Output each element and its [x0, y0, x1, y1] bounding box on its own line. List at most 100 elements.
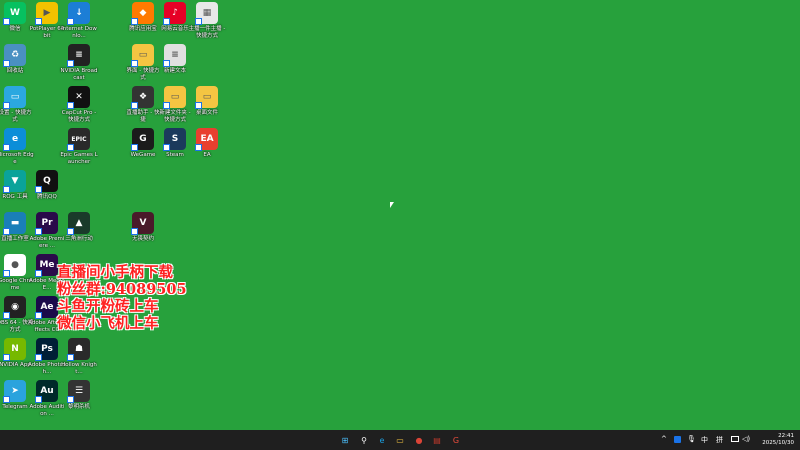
- clock-time: 22:41: [778, 433, 794, 439]
- overlay-line-3: 斗鱼开粉砖上车: [57, 298, 159, 315]
- desktop-icon-wegame[interactable]: G WeGame: [126, 128, 160, 159]
- shortcut-arrow-icon: [163, 18, 170, 25]
- volume-icon[interactable]: ◁): [742, 435, 750, 443]
- shortcut-arrow-icon: [67, 60, 74, 67]
- folder-1-icon: ▭: [131, 44, 154, 67]
- taskbar-app-red-icon[interactable]: ▤: [430, 433, 444, 447]
- nvidia-app-icon: N: [3, 338, 26, 361]
- microphone-icon[interactable]: 🎙: [687, 435, 696, 443]
- taskbar-chrome-icon[interactable]: ●: [412, 433, 426, 447]
- text-file-icon: ≡: [163, 44, 186, 67]
- shortcut-arrow-icon: [3, 102, 10, 109]
- desktop-icon-game-1[interactable]: ▲ 三角洲行动: [62, 212, 96, 243]
- desktop-icon-ea[interactable]: EA EA: [190, 128, 224, 159]
- media-encoder-icon: Me: [35, 254, 58, 277]
- desktop-icon-hollow-knight[interactable]: ☗ Hollow Knight...: [61, 338, 97, 375]
- desktop-icon-steam[interactable]: S Steam: [158, 128, 192, 159]
- control-panel-icon: ▭: [3, 86, 26, 109]
- overlay-line-4: 微信小飞机上车: [57, 315, 159, 332]
- desktop-icon-qq[interactable]: Q 腾讯QQ: [30, 170, 64, 201]
- desktop-icon-label: 回收站: [6, 68, 24, 74]
- shortcut-arrow-icon: [163, 102, 170, 109]
- desktop-icon-label: 新建文本: [163, 68, 186, 74]
- desktop-icon-label: Epic Games Launcher: [60, 152, 98, 165]
- taskbar-search-icon[interactable]: ⚲: [357, 433, 371, 447]
- obs-plugin-icon: ❖: [131, 86, 154, 109]
- desktop-icon-folder-3[interactable]: ▭ 桌面文件: [190, 86, 224, 117]
- tray-overflow-chevron[interactable]: ^: [661, 435, 667, 443]
- desktop-icon-sheet-file[interactable]: ▦ 主播一件主播 - 快捷方式: [188, 2, 226, 39]
- desktop-icon-capcut[interactable]: ✕ CapCut Pro - 快捷方式: [62, 86, 96, 123]
- shortcut-arrow-icon: [67, 18, 74, 25]
- desktop-icon-audition[interactable]: Au Adobe Audition ...: [29, 380, 65, 417]
- desktop-icon-label: 无畏契约: [131, 236, 154, 242]
- desktop-icon-tencent-video[interactable]: ◆ 腾讯应用宝: [126, 2, 160, 33]
- ime-kind-indicator[interactable]: 拼: [716, 435, 723, 445]
- shortcut-arrow-icon: [35, 312, 42, 319]
- hollow-knight-icon: ☗: [67, 338, 90, 361]
- desktop-icon-photoshop[interactable]: Ps Adobe Photosh...: [28, 338, 66, 375]
- tencent-video-icon: ◆: [131, 2, 154, 25]
- epic-icon: EPIC: [67, 128, 90, 151]
- display-icon[interactable]: [731, 436, 739, 442]
- shortcut-arrow-icon: [131, 60, 138, 67]
- overlay-line-2: 粉丝群:94089505: [57, 281, 187, 298]
- taskbar-edge-icon[interactable]: e: [375, 433, 389, 447]
- taskbar-start-icon[interactable]: ⊞: [338, 433, 352, 447]
- desktop-icon-recycle-bin[interactable]: ♻ 回收站: [0, 44, 32, 75]
- shortcut-arrow-icon: [35, 18, 42, 25]
- desktop-icon-label: 三角洲行动: [65, 236, 93, 242]
- taskbar-explorer-icon[interactable]: ▭: [393, 433, 407, 447]
- premiere-icon: Pr: [35, 212, 58, 235]
- taskbar: ⊞ ⚲ e ▭ ● ▤ G ^ 🎙 中 拼 ◁) 22:41 2025/10/30: [0, 430, 800, 450]
- chrome-icon: ●: [3, 254, 26, 277]
- nvidia-broadcast-icon: ≡: [67, 44, 90, 67]
- desktop-icon-text-file[interactable]: ≡ 新建文本: [158, 44, 192, 75]
- shortcut-arrow-icon: [67, 396, 74, 403]
- desktop-icon-dbd[interactable]: ☰ 黎明杀机: [62, 380, 96, 411]
- shortcut-arrow-icon: [67, 144, 74, 151]
- desktop-icon-edge[interactable]: e Microsoft Edge: [0, 128, 34, 165]
- shortcut-arrow-icon: [35, 396, 42, 403]
- desktop-icon-folder-1[interactable]: ▭ 界面 - 快捷方式: [126, 44, 160, 81]
- shortcut-arrow-icon: [195, 18, 202, 25]
- edge-icon: e: [3, 128, 26, 151]
- desktop-icon-label: 主播一件主播 - 快捷方式: [188, 26, 226, 39]
- desktop-icon-game-2[interactable]: V 无畏契约: [126, 212, 160, 243]
- shortcut-arrow-icon: [3, 270, 10, 277]
- ime-mode-indicator[interactable]: 中: [701, 435, 708, 445]
- system-clock[interactable]: 22:41 2025/10/30: [762, 433, 794, 447]
- desktop-icon-netease-music[interactable]: ♪ 网易云音乐: [158, 2, 192, 33]
- desktop-icon-label: EA: [203, 152, 211, 158]
- desktop-icon-epic[interactable]: EPIC Epic Games Launcher: [60, 128, 98, 165]
- shortcut-arrow-icon: [3, 144, 10, 151]
- wegame-icon: G: [131, 128, 154, 151]
- taskbar-app-g-icon[interactable]: G: [449, 433, 463, 447]
- shortcut-arrow-icon: [3, 312, 10, 319]
- desktop-icon-idm[interactable]: ↓ Internet Downlo...: [61, 2, 97, 39]
- shortcut-arrow-icon: [163, 60, 170, 67]
- desktop-icon-nvidia-broadcast[interactable]: ≡ NVIDIA Broadcast: [60, 44, 98, 81]
- clock-date: 2025/10/30: [762, 440, 794, 446]
- shortcut-arrow-icon: [67, 354, 74, 361]
- shortcut-arrow-icon: [195, 144, 202, 151]
- recycle-bin-icon: ♻: [3, 44, 26, 67]
- shortcut-arrow-icon: [131, 102, 138, 109]
- shortcut-arrow-icon: [35, 186, 42, 193]
- dbd-icon: ☰: [67, 380, 90, 403]
- desktop-icon-label: 桌面文件: [195, 110, 218, 116]
- desktop[interactable]: W 微信 ▶ PotPlayer 64 bit ↓ Internet Downlo... ◆…: [0, 0, 800, 430]
- game-1-icon: ▲: [67, 212, 90, 235]
- after-effects-icon: Ae: [35, 296, 58, 319]
- desktop-icon-folder-2[interactable]: ▭ 新建文件夹 - 快捷方式: [158, 86, 192, 123]
- desktop-icon-obs-plugin[interactable]: ❖ 直播助手 - 快捷: [126, 86, 160, 123]
- shortcut-arrow-icon: [35, 270, 42, 277]
- desktop-icon-label: Hollow Knight...: [61, 362, 97, 375]
- tray-app-icon[interactable]: [674, 436, 681, 443]
- desktop-icon-premiere[interactable]: Pr Adobe Premiere ...: [30, 212, 64, 249]
- stream-overlay-text: 直播间小手柄下载 粉丝群:94089505 斗鱼开粉砖上车 微信小飞机上车: [57, 264, 187, 332]
- overlay-line-1: 直播间小手柄下载: [57, 264, 173, 281]
- desktop-icon-control-panel[interactable]: ▭ 设置 - 快捷方式: [0, 86, 32, 123]
- desktop-icon-label: CapCut Pro - 快捷方式: [61, 110, 97, 123]
- desktop-icon-potplayer[interactable]: ▶ PotPlayer 64 bit: [30, 2, 64, 39]
